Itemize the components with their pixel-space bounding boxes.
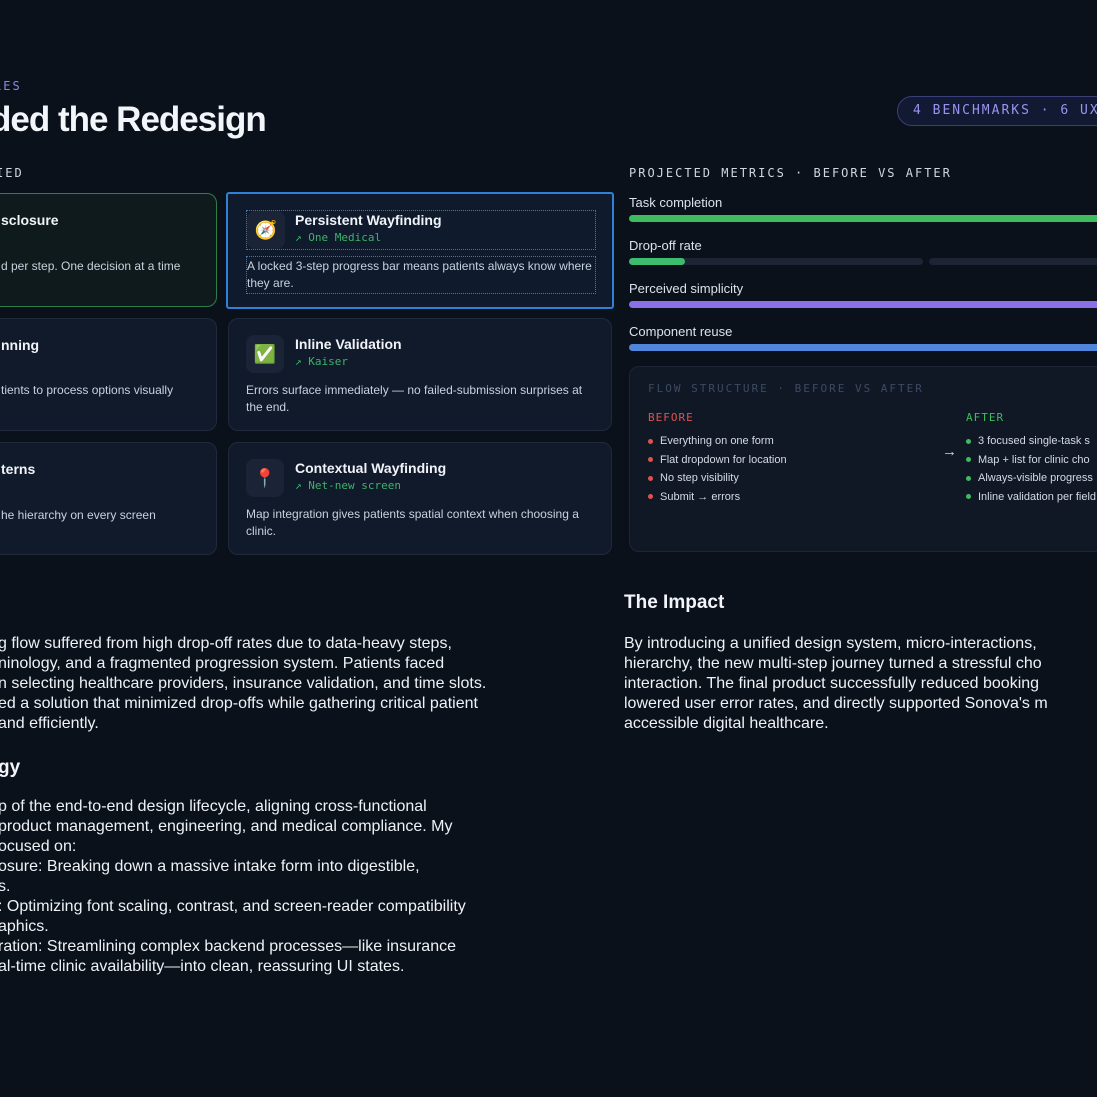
list-item: No step visibility xyxy=(648,469,787,488)
after-list: 3 focused single-task s Map + list for c… xyxy=(966,432,1096,506)
card-scanning[interactable]: nning tients to process options visually xyxy=(0,318,217,431)
page-title: ded the Redesign xyxy=(0,100,267,139)
strategy-heading: gy xyxy=(0,757,21,778)
metric-track xyxy=(629,344,1097,351)
metric-track xyxy=(629,301,1097,308)
metric-bar-task-completion xyxy=(629,215,1097,222)
card-progressive-disclosure[interactable]: sclosure d per step. One decision at a t… xyxy=(0,193,217,307)
card-contextual-wayfinding[interactable]: 📍 Contextual Wayfinding ↗ Net-new screen… xyxy=(228,442,612,555)
card-title: Persistent Wayfinding xyxy=(295,212,442,228)
flow-title: FLOW STRUCTURE · BEFORE VS AFTER xyxy=(648,382,924,395)
card-title: nning xyxy=(1,337,40,353)
list-item: Everything on one form xyxy=(648,432,787,451)
metrics-label: PROJECTED METRICS · BEFORE VS AFTER xyxy=(629,166,952,180)
card-description: d per step. One decision at a time xyxy=(1,259,181,273)
metric-label: Drop-off rate xyxy=(629,238,702,253)
metric-bar-component-reuse xyxy=(629,344,1097,351)
card-title: Inline Validation xyxy=(295,336,402,352)
metric-track xyxy=(629,258,923,265)
compass-icon: 🧭 xyxy=(247,211,285,249)
card-source: ↗ Net-new screen xyxy=(295,479,401,492)
flow-structure-panel: FLOW STRUCTURE · BEFORE VS AFTER BEFORE … xyxy=(629,366,1097,552)
impact-paragraph: By introducing a unified design system, … xyxy=(624,635,1048,732)
metric-label: Task completion xyxy=(629,195,723,210)
benchmarks-badge: 4 BENCHMARKS · 6 UX P xyxy=(897,96,1097,126)
before-list: Everything on one form Flat dropdown for… xyxy=(648,432,787,506)
card-title: sclosure xyxy=(1,212,59,228)
section-eyebrow: LES xyxy=(0,79,22,93)
list-item: 3 focused single-task s xyxy=(966,432,1096,451)
metric-bar-perceived-simplicity xyxy=(629,301,1097,308)
card-title: Contextual Wayfinding xyxy=(295,460,447,476)
card-source: ↗ One Medical xyxy=(295,231,382,244)
list-item: Submit → errors xyxy=(648,488,787,507)
after-label: AFTER xyxy=(966,411,1005,424)
arrow-right-icon: → xyxy=(942,443,957,460)
card-description: tients to process options visually xyxy=(1,383,174,397)
list-item: Inline validation per field xyxy=(966,488,1096,507)
metric-bar-drop-off xyxy=(629,258,685,265)
list-item: Always-visible progress xyxy=(966,469,1096,488)
impact-heading: The Impact xyxy=(624,592,725,613)
card-description: A locked 3-step progress bar means patie… xyxy=(247,259,592,290)
card-description: Map integration gives patients spatial c… xyxy=(246,507,579,538)
strategy-paragraph: p of the end-to-end design lifecycle, al… xyxy=(0,798,466,975)
challenge-paragraph: g flow suffered from high drop-off rates… xyxy=(0,635,487,732)
card-description: he hierarchy on every screen xyxy=(1,508,156,522)
metric-label: Perceived simplicity xyxy=(629,281,744,296)
map-pin-icon: 📍 xyxy=(246,459,284,497)
principles-label: IED xyxy=(0,166,24,180)
metric-track xyxy=(629,215,1097,222)
card-inline-validation[interactable]: ✅ Inline Validation ↗ Kaiser Errors surf… xyxy=(228,318,612,431)
card-source: ↗ Kaiser xyxy=(295,355,348,368)
card-title: terns xyxy=(1,461,36,477)
checkmark-icon: ✅ xyxy=(246,335,284,373)
metric-label: Component reuse xyxy=(629,324,733,339)
card-description: Errors surface immediately — no failed-s… xyxy=(246,383,583,414)
card-patterns[interactable]: terns he hierarchy on every screen xyxy=(0,442,217,555)
list-item: Flat dropdown for location xyxy=(648,451,787,470)
list-item: Map + list for clinic cho xyxy=(966,451,1096,470)
card-persistent-wayfinding[interactable]: 🧭 Persistent Wayfinding ↗ One Medical A … xyxy=(226,192,614,309)
metric-track xyxy=(929,258,1097,265)
before-label: BEFORE xyxy=(648,411,694,424)
